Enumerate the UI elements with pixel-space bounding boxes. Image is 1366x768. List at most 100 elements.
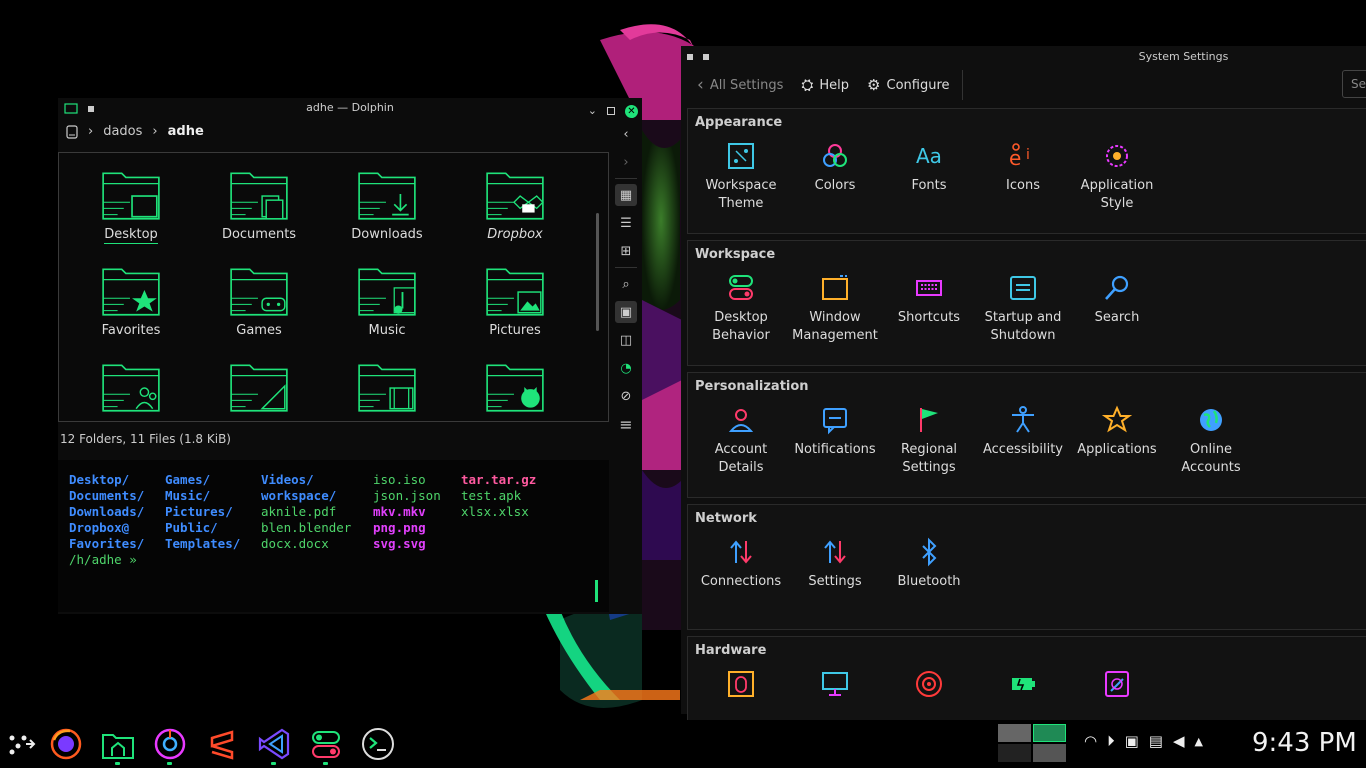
folder-item[interactable] (323, 359, 451, 421)
settings-item[interactable] (694, 669, 788, 705)
settings-toggle-icon[interactable] (308, 726, 344, 765)
settings-item[interactable]: Notifications (788, 405, 882, 477)
drive-icon[interactable] (66, 124, 78, 139)
minimize-icon[interactable]: ⌄ (588, 101, 597, 121)
virtual-desktop-pager[interactable] (998, 724, 1066, 762)
settings-item[interactable] (1070, 669, 1164, 705)
sublime-icon[interactable] (204, 726, 240, 762)
settings-item[interactable] (788, 669, 882, 705)
settings-item[interactable]: Desktop Behavior (694, 273, 788, 345)
settings-item[interactable]: Startup and Shutdown (976, 273, 1070, 345)
dolphin-app-icon[interactable] (64, 102, 78, 114)
icons-view-icon[interactable]: ▦ (615, 184, 637, 206)
window-menu-icon[interactable] (687, 54, 693, 60)
dolphin-titlebar[interactable]: adhe — Dolphin ⌄ ✕ (58, 98, 642, 118)
tree-view-icon[interactable]: ⊞ (615, 240, 637, 262)
window-menu-icon[interactable] (88, 106, 94, 112)
folder-item[interactable]: Downloads (323, 167, 451, 251)
terminal-entry: iso.iso (373, 472, 426, 487)
files-icon[interactable] (100, 726, 136, 765)
launcher-icon[interactable] (4, 726, 40, 762)
find-icon[interactable]: ⌕ (615, 273, 637, 295)
settings-item[interactable]: Accessibility (976, 405, 1070, 477)
back-icon[interactable]: ‹ (615, 123, 637, 145)
settings-item-label: Desktop Behavior (712, 310, 770, 343)
vscode-icon[interactable] (256, 726, 292, 765)
wifi-icon[interactable]: ◠ (1084, 732, 1097, 750)
settings-item[interactable]: Applications (1070, 405, 1164, 477)
settings-item[interactable]: Workspace Theme (694, 141, 788, 213)
settings-item[interactable]: Search (1070, 273, 1164, 345)
desktop-3-pager[interactable] (998, 744, 1031, 762)
file-view-scrollbar[interactable] (596, 213, 599, 331)
settings-item[interactable]: Application Style (1070, 141, 1164, 213)
folder-item[interactable]: Pictures (451, 263, 579, 347)
settings-item[interactable]: Shortcuts (882, 273, 976, 345)
configure-button[interactable]: ⚙ Configure (867, 76, 949, 94)
settings-item[interactable]: e i Icons (976, 141, 1070, 213)
settings-item[interactable] (882, 669, 976, 705)
media-icon[interactable]: ⏵ (1107, 732, 1115, 750)
settings-item[interactable] (976, 669, 1070, 705)
settings-item[interactable]: Window Management (788, 273, 882, 345)
firefox-icon[interactable] (48, 726, 84, 762)
chevron-right-icon: › (152, 124, 158, 139)
account-details-icon (728, 409, 754, 432)
terminal-entry: test.apk (461, 488, 522, 503)
breadcrumb-item-dados[interactable]: dados (103, 124, 142, 139)
breadcrumb-item-adhe[interactable]: adhe (168, 124, 204, 139)
configure-icon: ⚙ (867, 76, 881, 94)
close-icon[interactable]: ✕ (625, 104, 638, 118)
settings-title: System Settings (1138, 50, 1229, 63)
search-icon (1105, 275, 1129, 300)
clock[interactable]: 9:43 PM (1252, 728, 1357, 758)
hamburger-menu-icon[interactable]: ≡ (615, 413, 637, 435)
volume-icon[interactable]: ◀ (1173, 732, 1185, 750)
all-settings-button[interactable]: ‹ All Settings (697, 75, 783, 95)
terminal-icon[interactable] (360, 726, 396, 762)
games-folder-icon (230, 268, 288, 316)
search-input[interactable]: Sea (1342, 70, 1366, 98)
settings-item[interactable]: Colors (788, 141, 882, 213)
help-button[interactable]: ⛭ Help (801, 76, 849, 94)
folder-item[interactable] (67, 359, 195, 421)
file-view[interactable]: Desktop Documents Downloads Dropbox Favo… (58, 152, 609, 422)
terminal-entry: Templates/ (165, 536, 241, 551)
folder-item[interactable]: Desktop (67, 167, 195, 251)
settings-item[interactable]: Online Accounts (1164, 405, 1258, 477)
settings-item[interactable]: Bluetooth (882, 537, 976, 591)
dolphin-side-toolbar: ‹ › ▦ ☰ ⊞ ⌕ ▣ ◫ ◔ ⊘ ≡ (612, 120, 640, 440)
folder-item[interactable]: Favorites (67, 263, 195, 347)
settings-item[interactable]: Account Details (694, 405, 788, 477)
settings-item[interactable]: Connections (694, 537, 788, 591)
details-view-icon[interactable]: ☰ (615, 212, 637, 234)
settings-item[interactable]: Regional Settings (882, 405, 976, 477)
folder-sync-icon[interactable]: ▣ (1125, 732, 1139, 750)
chromium-icon[interactable] (152, 726, 188, 765)
window-menu-icon[interactable] (703, 54, 709, 60)
folder-item[interactable] (451, 359, 579, 421)
folder-item[interactable] (195, 359, 323, 421)
desktop-2-pager[interactable] (1033, 724, 1066, 742)
folder-item[interactable]: Dropbox (451, 167, 579, 251)
desktop-behavior-icon (729, 275, 753, 300)
desktop-1-pager[interactable] (998, 724, 1031, 742)
terminal-panel[interactable]: Desktop/Documents/Downloads/Dropbox@ Favo… (58, 460, 609, 612)
settings-item[interactable]: Settings (788, 537, 882, 591)
folder-item[interactable]: Music (323, 263, 451, 347)
terminal-toggle-icon[interactable]: ◔ (615, 357, 637, 379)
desktop-4-pager[interactable] (1033, 744, 1066, 762)
folder-item[interactable]: Games (195, 263, 323, 347)
terminal-entry: mkv.mkv (373, 504, 426, 519)
folder-item[interactable]: Documents (195, 167, 323, 251)
music-folder-icon (358, 268, 416, 316)
maximize-icon[interactable] (607, 107, 615, 115)
hidden-files-icon[interactable]: ⊘ (615, 385, 637, 407)
preview-icon[interactable]: ▣ (615, 301, 637, 323)
clipboard-icon[interactable]: ▤ (1149, 732, 1163, 750)
settings-titlebar[interactable]: System Settings (681, 46, 1366, 68)
settings-item[interactable]: Aa Fonts (882, 141, 976, 213)
expand-tray-icon[interactable]: ▲ (1195, 735, 1203, 748)
forward-icon[interactable]: › (615, 151, 637, 173)
split-view-icon[interactable]: ◫ (615, 329, 637, 351)
